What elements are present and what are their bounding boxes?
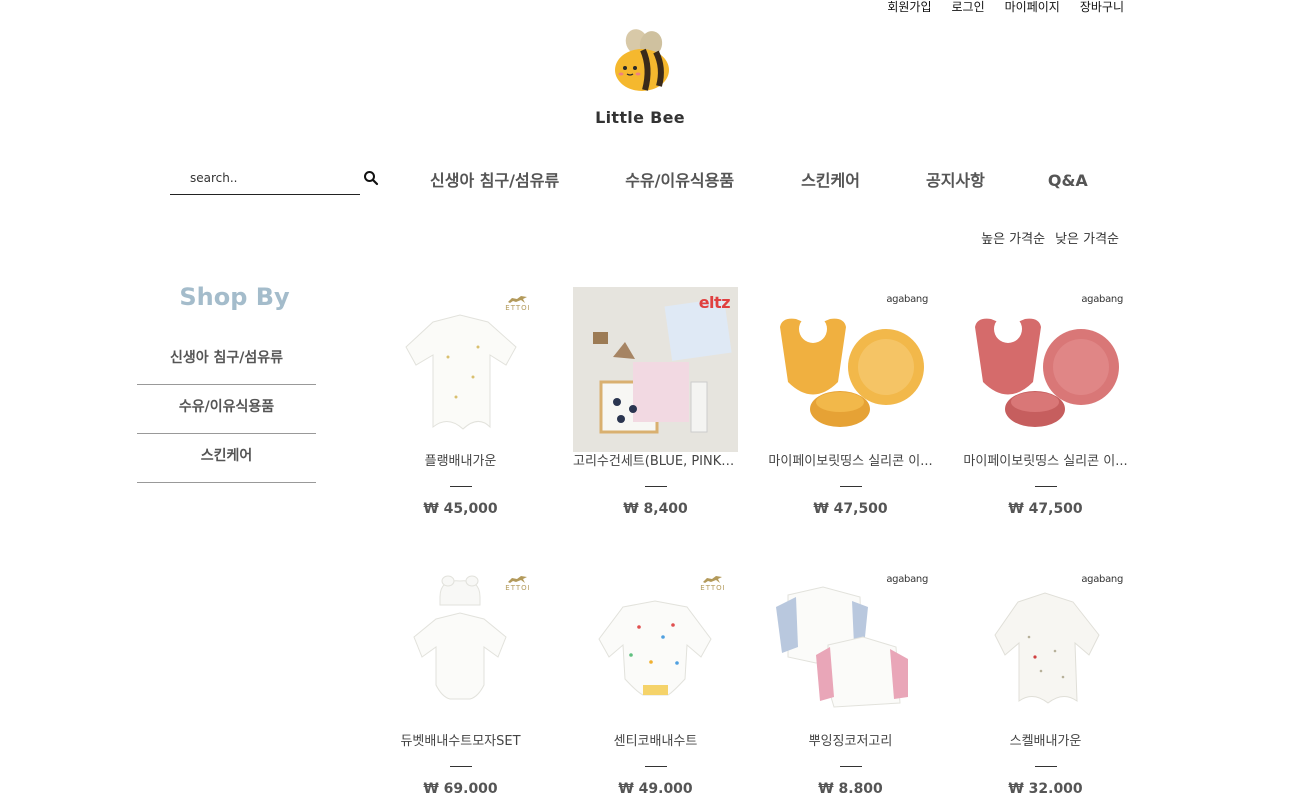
product-name[interactable]: 스켈배내가운: [963, 734, 1128, 750]
top-utility-links: 회원가입 로그인 마이페이지 장바구니: [887, 0, 1124, 14]
product-price: ₩ 32,000: [1008, 781, 1083, 793]
divider: [449, 766, 472, 767]
mypage-link[interactable]: 마이페이지: [1005, 0, 1060, 14]
product-name[interactable]: 고리수건세트(BLUE, PINK, ...: [573, 454, 738, 470]
product-card[interactable]: ETTOI 플랭배내가운 ₩ 45,000: [378, 287, 543, 517]
signup-link[interactable]: 회원가입: [887, 0, 931, 14]
product-name[interactable]: 마이페이보릿띵스 실리콘 이...: [963, 454, 1128, 470]
brand-logo-ettoi: ETTOI: [693, 574, 733, 592]
product-name[interactable]: 뿌잉징코저고리: [768, 734, 933, 750]
product-card[interactable]: agabang 마이페이보릿띵스 실리콘 이... ₩ 47,500: [768, 287, 933, 517]
product-price: ₩ 8,800: [818, 781, 883, 793]
product-price: ₩ 49,000: [618, 781, 693, 793]
product-grid: ETTOI 플랭배내가운 ₩ 45,000 eltz 고리수건세트(BLUE, …: [378, 287, 1158, 793]
nav-item-qna[interactable]: Q&A: [1048, 169, 1088, 193]
product-card[interactable]: eltz 고리수건세트(BLUE, PINK, ... ₩ 8,400: [573, 287, 738, 517]
sidebar-item-skincare[interactable]: 스킨케어: [137, 434, 316, 483]
product-price: ₩ 45,000: [423, 501, 498, 517]
divider: [839, 766, 862, 767]
divider: [1034, 486, 1057, 487]
horse-logo-icon: [508, 576, 527, 583]
sidebar-title: Shop By: [179, 283, 290, 311]
nav-item-bedding[interactable]: 신생아 침구/섬유류: [430, 169, 559, 193]
product-card[interactable]: ETTOI 센티코배내수트 ₩ 49,000: [573, 567, 738, 793]
search-box: [170, 164, 360, 195]
product-card[interactable]: agabang 뿌잉징코저고리 ₩ 8,800: [768, 567, 933, 793]
nav-item-feeding[interactable]: 수유/이유식용품: [625, 169, 734, 193]
baby-gown-image: [994, 592, 1100, 704]
divider: [449, 486, 472, 487]
nav-item-skincare[interactable]: 스킨케어: [801, 169, 860, 193]
product-price: ₩ 47,500: [813, 501, 888, 517]
brand-logo-agabang: agabang: [1081, 574, 1123, 585]
login-link[interactable]: 로그인: [952, 0, 985, 14]
product-card[interactable]: agabang 마이페이보릿띵스 실리콘 이... ₩ 47,500: [963, 287, 1128, 517]
product-image[interactable]: agabang: [963, 287, 1128, 452]
cart-link[interactable]: 장바구니: [1080, 0, 1124, 14]
search-icon: [364, 171, 379, 186]
silicone-bib-yellow-image: [780, 315, 924, 427]
product-name[interactable]: 듀벳배내수트모자SET: [378, 734, 543, 750]
silicone-bib-pink-image: [975, 315, 1119, 427]
sort-price-low[interactable]: 낮은 가격순: [1055, 228, 1119, 247]
jeogori-set-image: [776, 586, 908, 708]
horse-logo-icon: [508, 296, 527, 303]
brand-logo-agabang: agabang: [1081, 294, 1123, 305]
product-card[interactable]: agabang 스켈배내가운 ₩ 32,000: [963, 567, 1128, 793]
sort-price-high[interactable]: 높은 가격순: [981, 228, 1045, 247]
search-input[interactable]: [170, 164, 360, 192]
product-image[interactable]: ETTOI: [573, 567, 738, 732]
nav-item-notice[interactable]: 공지사항: [926, 169, 985, 193]
brand-logo-agabang: agabang: [886, 294, 928, 305]
product-card[interactable]: ETTOI 듀벳배내수트모자SET ₩ 69,000: [378, 567, 543, 793]
brand-logo-eltz: eltz: [698, 293, 731, 312]
product-name[interactable]: 센티코배내수트: [573, 734, 738, 750]
product-image[interactable]: ETTOI: [378, 567, 543, 732]
divider: [644, 766, 667, 767]
divider: [1034, 766, 1057, 767]
product-image[interactable]: eltz: [573, 287, 738, 452]
search-button[interactable]: [363, 170, 379, 186]
product-image[interactable]: agabang: [768, 567, 933, 732]
brand-logo-ettoi: ETTOI: [498, 574, 538, 592]
product-price: ₩ 69,000: [423, 781, 498, 793]
product-image[interactable]: agabang: [963, 567, 1128, 732]
product-price: ₩ 47,500: [1008, 501, 1083, 517]
sort-options: 높은 가격순 낮은 가격순: [981, 228, 1119, 247]
sidebar-item-bedding[interactable]: 신생아 침구/섬유류: [137, 336, 316, 385]
product-name[interactable]: 마이페이보릿띵스 실리콘 이...: [768, 454, 933, 470]
horse-logo-icon: [703, 576, 722, 583]
product-price: ₩ 8,400: [623, 501, 688, 517]
product-name[interactable]: 플랭배내가운: [378, 454, 543, 470]
bee-logo-icon: [615, 29, 669, 91]
divider: [644, 486, 667, 487]
product-image[interactable]: ETTOI: [378, 287, 543, 452]
site-logo[interactable]: Little Bee: [590, 28, 690, 132]
product-image[interactable]: agabang: [768, 287, 933, 452]
brand-logo-ettoi: ETTOI: [498, 294, 538, 312]
sidebar-menu: 신생아 침구/섬유류 수유/이유식용품 스킨케어: [137, 336, 316, 483]
main-nav: 신생아 침구/섬유류 수유/이유식용품 스킨케어 공지사항 Q&A: [430, 169, 1088, 193]
brand-logo-agabang: agabang: [886, 574, 928, 585]
divider: [839, 486, 862, 487]
logo-text: Little Bee: [595, 108, 685, 127]
sidebar-item-feeding[interactable]: 수유/이유식용품: [137, 385, 316, 434]
